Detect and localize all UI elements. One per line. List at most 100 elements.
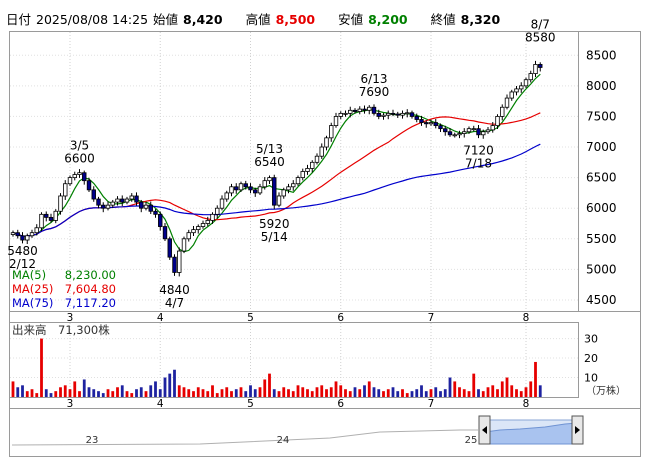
candle-body — [238, 183, 244, 191]
volume-bar — [177, 385, 181, 397]
volume-bar — [11, 381, 15, 397]
volume-bar — [344, 389, 347, 397]
candle-body — [224, 192, 229, 200]
volume-bar — [334, 381, 338, 397]
price-annotation: 7120 — [463, 144, 494, 158]
price-annotation: 5480 — [7, 244, 38, 258]
candle-body — [424, 122, 429, 125]
volume-bar — [192, 391, 195, 397]
candle-body — [519, 85, 524, 90]
candle-body — [215, 207, 220, 215]
ma25-legend-value: 7,604.80 — [65, 282, 116, 296]
volume-bar — [25, 391, 29, 397]
outer-frame — [9, 31, 641, 457]
volume-bar — [268, 373, 271, 397]
volume-bar — [230, 391, 233, 397]
volume-bar — [325, 389, 328, 397]
candle-body — [58, 195, 63, 212]
ma5-legend-value: 8,230.00 — [65, 268, 116, 282]
candle-body — [248, 186, 253, 191]
volume-bar — [44, 389, 48, 397]
candle-body — [82, 172, 87, 182]
candle-body — [538, 64, 543, 68]
candle-body — [148, 204, 153, 212]
volume-bar — [481, 391, 485, 397]
range-navigator[interactable]: 23 24 25 — [11, 415, 584, 446]
candle-body — [162, 226, 168, 240]
volume-bar — [163, 377, 167, 397]
candle-body — [310, 161, 315, 169]
volume-bar — [54, 391, 58, 397]
candle-body — [514, 88, 519, 93]
month-tick-label-lower: 4 — [157, 398, 164, 410]
candle-body — [381, 114, 386, 117]
volume-bar — [211, 385, 214, 397]
volume-bar — [486, 387, 490, 397]
candle-body — [158, 213, 163, 227]
volume-bar — [462, 389, 466, 397]
navigator-label-23: 23 — [86, 435, 99, 446]
candle-body — [314, 155, 320, 163]
candle-body — [110, 201, 115, 206]
volume-bar — [173, 369, 176, 397]
volume-bar — [111, 391, 115, 397]
volume-bar — [187, 389, 191, 397]
candle-body — [219, 198, 225, 209]
volume-title: 出来高 — [12, 323, 47, 337]
candle-body — [196, 226, 201, 231]
volume-bar — [424, 391, 428, 397]
month-tick-label-lower: 7 — [428, 398, 435, 410]
candle-body — [324, 137, 329, 148]
candle-body — [10, 232, 16, 235]
candle-body — [386, 112, 391, 116]
volume-bar — [491, 385, 495, 397]
candle-body — [120, 198, 125, 203]
price-tick-label: 6000 — [586, 201, 617, 215]
candle-body — [39, 213, 44, 229]
volume-bar — [429, 389, 433, 397]
volume-bar — [249, 385, 252, 397]
volume-bar — [339, 385, 343, 397]
candle-body — [409, 112, 415, 117]
volume-bar — [287, 389, 290, 397]
month-tick-label-lower: 8 — [523, 398, 530, 410]
candle-body — [348, 109, 353, 114]
candle-body — [329, 125, 334, 139]
volume-tick-label: 20 — [584, 352, 598, 365]
candle-body — [115, 198, 120, 203]
volume-bar — [49, 393, 53, 397]
volume-tick-label: 10 — [584, 372, 598, 385]
volume-bar — [401, 389, 404, 397]
candle-body — [414, 116, 419, 120]
volume-bar — [158, 389, 162, 397]
volume-bar — [82, 379, 86, 397]
price-annotation: 6600 — [64, 152, 95, 166]
candle-body — [504, 97, 510, 108]
volume-bar — [372, 387, 376, 397]
month-tick-label-lower: 3 — [67, 398, 74, 410]
price-annotation: 5/13 — [256, 142, 283, 156]
candle-body — [243, 183, 248, 188]
volume-bar — [439, 391, 442, 397]
volume-bar — [306, 389, 309, 397]
volume-bar — [500, 381, 504, 397]
candle-body — [457, 133, 462, 136]
volume-bar — [21, 385, 24, 397]
volume-bar — [116, 387, 119, 397]
candle-body — [319, 146, 324, 157]
volume-bar — [515, 389, 518, 397]
candle-body — [20, 235, 25, 241]
volume-bar — [367, 381, 371, 397]
candle-body — [96, 198, 101, 206]
candle-body — [101, 204, 106, 209]
candle-body — [395, 113, 400, 116]
price-tick-label: 4500 — [586, 293, 617, 307]
volume-bar — [348, 391, 352, 397]
candle-body — [267, 177, 272, 182]
month-tick-label: 5 — [247, 312, 254, 324]
volume-bar — [239, 387, 243, 397]
volume-bar — [120, 385, 124, 397]
candle-body — [63, 183, 68, 197]
chart-window: 日付 2025/08/08 14:25 始値 8,420 高値 8,500 安値… — [0, 0, 653, 470]
price-annotation: 7690 — [359, 85, 390, 99]
